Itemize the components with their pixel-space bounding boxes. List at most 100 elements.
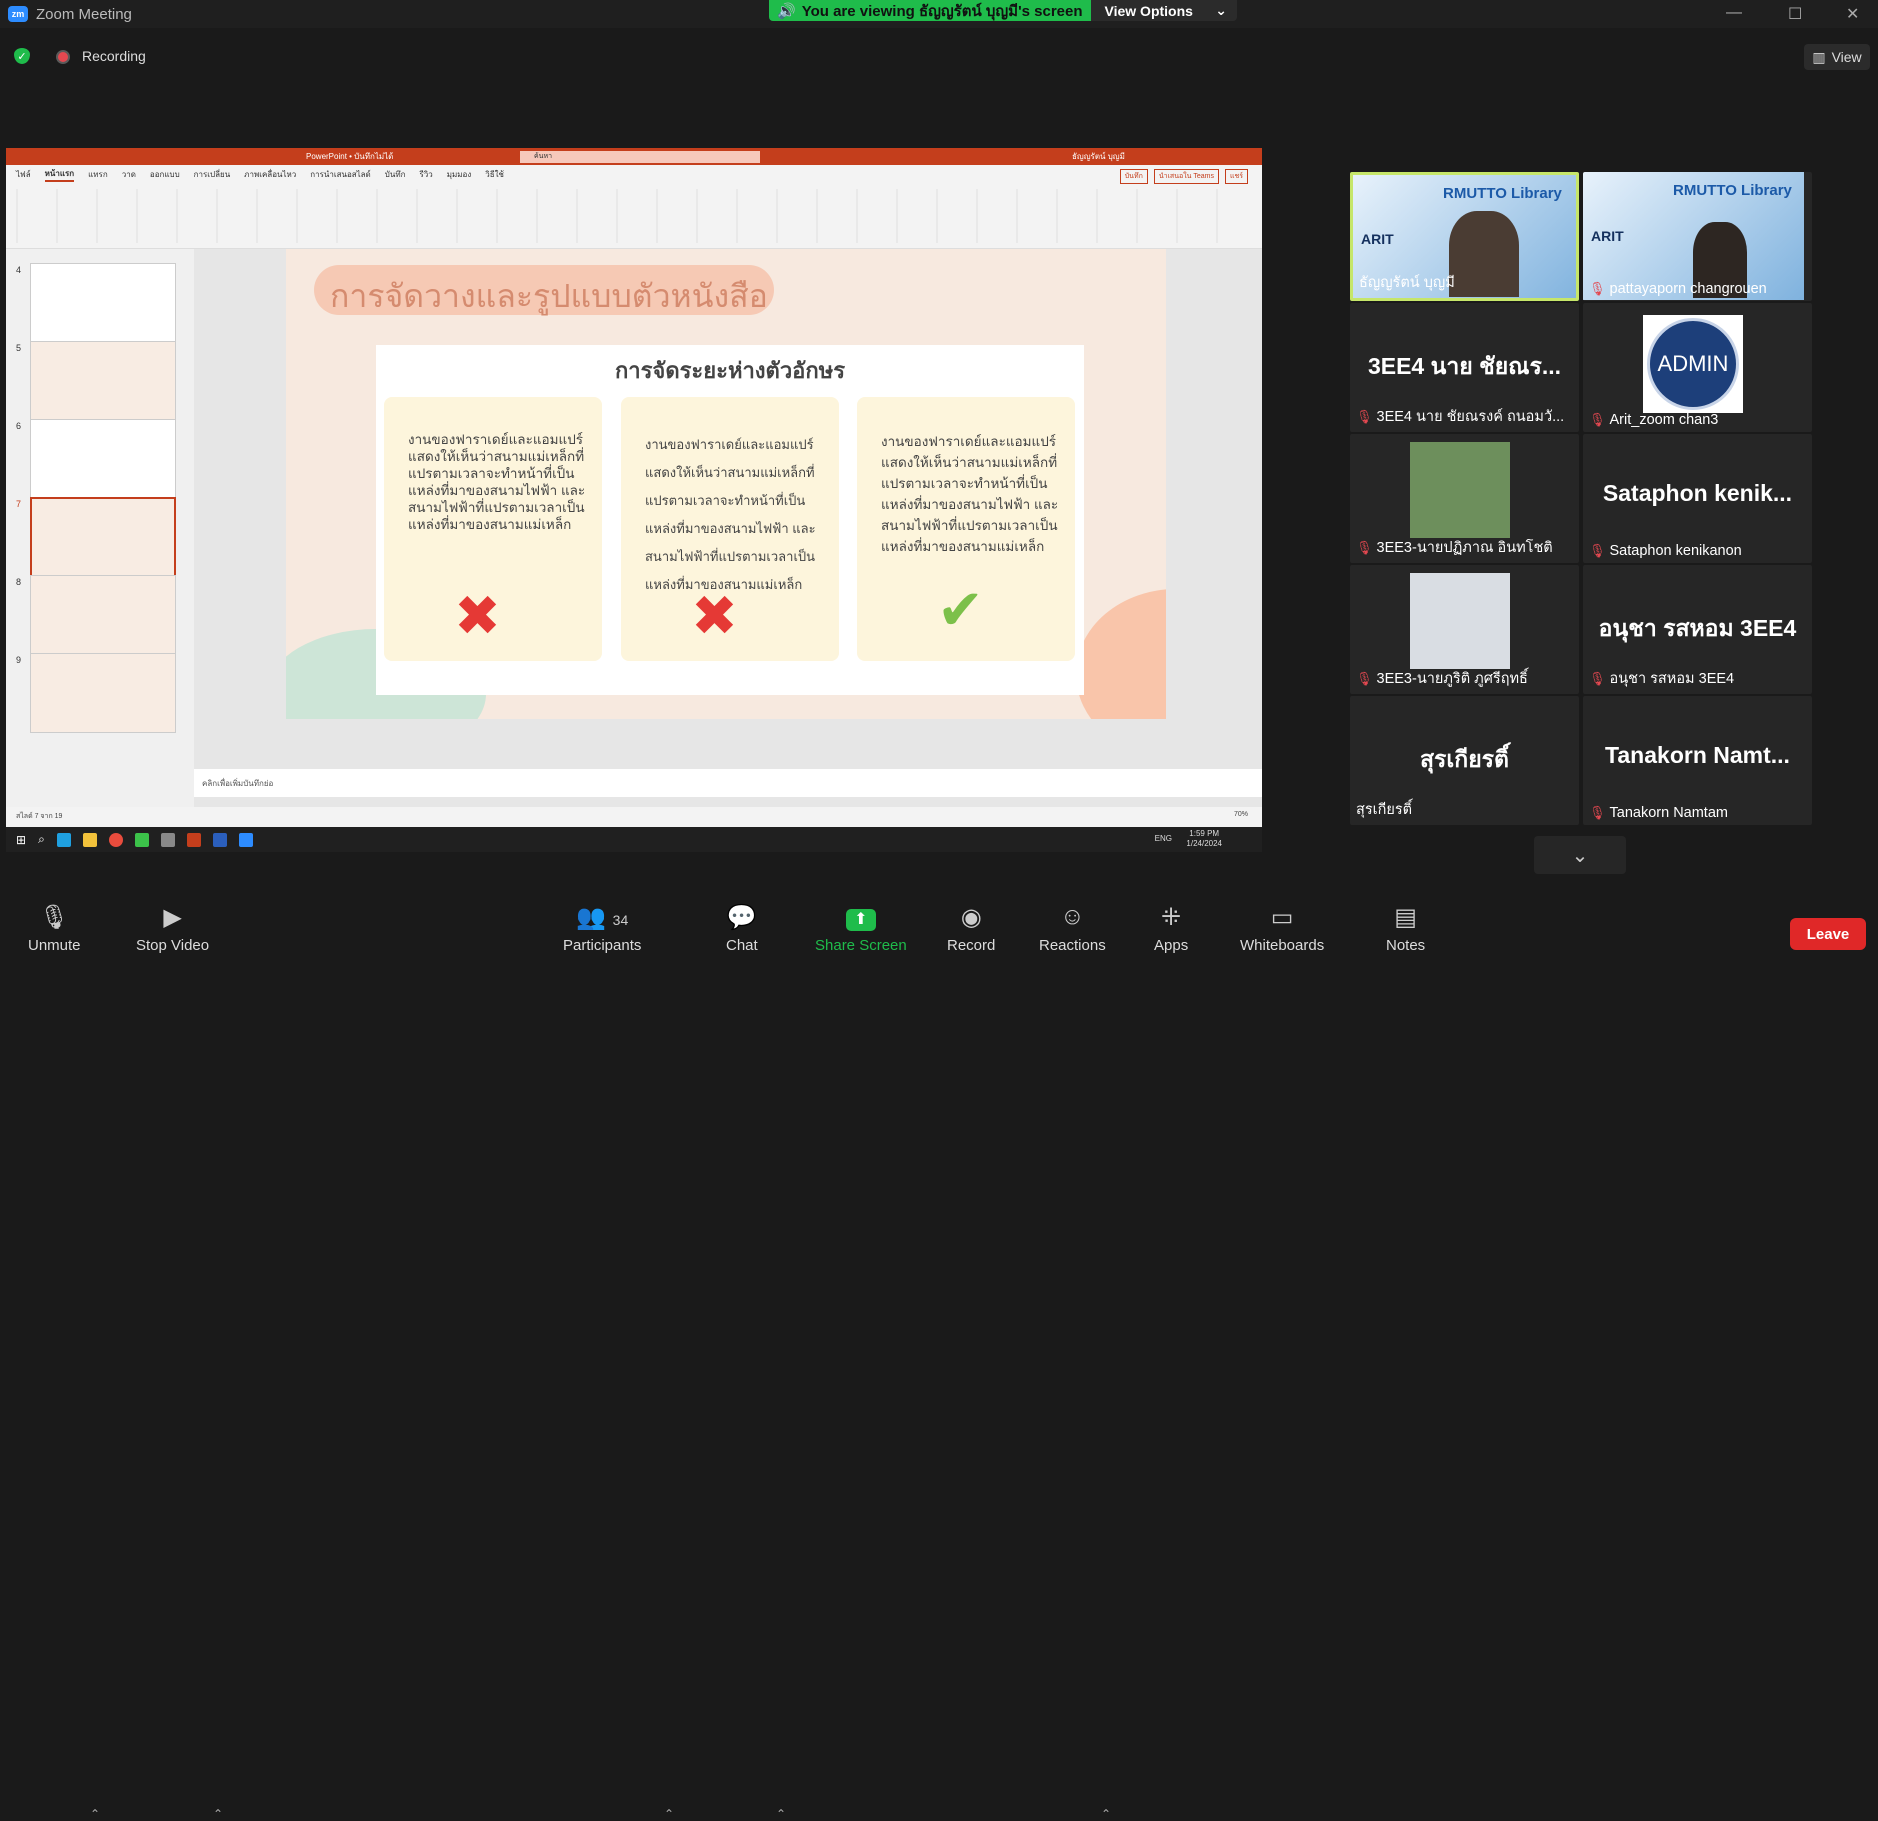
participants-button[interactable]: 👥 34 Participants — [563, 903, 641, 954]
zoom-level[interactable]: 70% — [1234, 811, 1248, 818]
tab-file[interactable]: ไฟล์ — [16, 168, 31, 181]
video-tile[interactable]: สุรเกียรติ์ สุรเกียรติ์ — [1350, 696, 1579, 825]
viewing-text: 🔊 You are viewing ธัญญรัตน์ บุญมี's scre… — [769, 0, 1091, 21]
security-shield-icon[interactable]: ✓ — [14, 48, 30, 64]
video-tile[interactable]: 3EE4 นาย ชัยณร... 🎙 3EE4 นาย ชัยณรงค์ ถนอ… — [1350, 303, 1579, 432]
audio-options-caret[interactable]: ⌃ — [90, 1807, 100, 1821]
participant-name: ธัญญรัตน์ บุญมี — [1359, 271, 1455, 294]
maximize-icon[interactable]: ☐ — [1788, 4, 1802, 24]
tab-transitions[interactable]: การเปลี่ยน — [194, 168, 231, 181]
stop-video-button[interactable]: ▶ Stop Video — [136, 903, 209, 954]
participant-name-large: 3EE4 นาย ชัยณร... — [1367, 353, 1562, 379]
video-tile[interactable]: อนุชา รสหอม 3EE4 🎙 อนุชา รสหอม 3EE4 — [1583, 565, 1812, 694]
card: งานของฟาราเดย์และแอมแปร์แสดงให้เห็นว่าสน… — [621, 397, 839, 661]
windows-start-icon[interactable]: ⊞ — [16, 833, 26, 847]
edge-icon[interactable] — [56, 832, 71, 847]
window-title: Zoom Meeting — [36, 5, 132, 23]
video-tile[interactable]: 🎙 3EE3-นายปฏิภาณ อินทโชติ — [1350, 434, 1579, 563]
pp-record-button[interactable]: บันทึก — [1119, 169, 1148, 184]
notes-label: Notes — [1386, 937, 1426, 954]
tab-record[interactable]: บันทึก — [385, 168, 406, 181]
view-layout-icon: ▥ — [1812, 48, 1826, 65]
slide-thumb-selected[interactable] — [30, 497, 176, 577]
minimize-icon[interactable]: — — [1726, 4, 1742, 22]
video-tile[interactable]: 🎙 3EE3-นายภูริติ ภูศรีฤทธิ์ — [1350, 565, 1579, 694]
explorer-icon[interactable] — [82, 832, 97, 847]
stop-video-label: Stop Video — [136, 937, 210, 954]
leave-button[interactable]: Leave — [1790, 918, 1866, 950]
slide-thumb[interactable] — [30, 419, 176, 499]
zoom-icon[interactable] — [238, 832, 253, 847]
notes-pane[interactable]: คลิกเพื่อเพิ่มบันทึกย่อ — [194, 769, 1262, 797]
mic-muted-icon: 🎙 — [1589, 412, 1606, 427]
lang-indicator[interactable]: ENG — [1155, 834, 1172, 843]
participant-photo — [1410, 442, 1510, 538]
thumb-number: 4 — [16, 265, 22, 275]
slide-thumb[interactable] — [30, 263, 176, 343]
thumb-number: 5 — [16, 343, 22, 353]
gallery-next-page-button[interactable]: ⌄ — [1534, 836, 1626, 874]
tab-view[interactable]: มุมมอง — [447, 168, 472, 181]
participants-label: Participants — [563, 937, 642, 954]
apps-button[interactable]: ⁜ Apps — [1154, 903, 1188, 954]
video-options-caret[interactable]: ⌃ — [213, 1807, 223, 1821]
participant-name: 🎙 Sataphon kenikanon — [1589, 543, 1742, 559]
share-screen-button[interactable]: ⬆ Share Screen — [815, 903, 907, 954]
view-options-button[interactable]: View Options ⌄ — [1090, 0, 1237, 21]
tab-design[interactable]: ออกแบบ — [150, 168, 180, 181]
word-icon[interactable] — [212, 832, 227, 847]
video-tile[interactable]: Sataphon kenik... 🎙 Sataphon kenikanon — [1583, 434, 1812, 563]
ribbon-commands — [16, 189, 1246, 243]
powerpoint-icon[interactable] — [186, 832, 201, 847]
pp-teams-button[interactable]: นำเสนอใน Teams — [1153, 169, 1219, 184]
slide-thumb[interactable] — [30, 575, 176, 655]
tab-insert[interactable]: แทรก — [88, 168, 108, 181]
unmute-button[interactable]: 🎙 Unmute — [28, 903, 81, 954]
tab-slideshow[interactable]: การนำเสนอสไลด์ — [310, 168, 371, 181]
mic-muted-icon: 🎙 — [1356, 408, 1373, 424]
chrome-icon[interactable] — [108, 832, 123, 847]
taskbar-clock[interactable]: 1:59 PM 1/24/2024 — [1186, 829, 1222, 849]
participants-caret[interactable]: ⌃ — [664, 1807, 674, 1821]
pp-search[interactable]: ค้นหา — [520, 151, 760, 163]
close-icon[interactable]: ✕ — [1846, 4, 1859, 24]
video-tile[interactable]: RMUTTO Library ARIT 🎙 pattayaporn changro… — [1583, 172, 1812, 301]
store-icon[interactable] — [160, 832, 175, 847]
pp-share-button[interactable]: แชร์ — [1224, 169, 1248, 184]
video-tile[interactable]: Tanakorn Namt... 🎙 Tanakorn Namtam — [1583, 696, 1812, 825]
record-icon: ◉ — [960, 904, 982, 931]
tab-review[interactable]: รีวิว — [419, 168, 432, 181]
tab-animations[interactable]: ภาพเคลื่อนไหว — [244, 168, 296, 181]
slide-thumb[interactable] — [30, 341, 176, 421]
participant-name: 🎙 pattayaporn changrouen — [1589, 281, 1767, 297]
whiteboards-button[interactable]: ▭ Whiteboards — [1240, 903, 1324, 954]
mic-muted-icon: 🎙 — [1589, 281, 1606, 296]
slide-thumb[interactable] — [30, 653, 176, 733]
tab-help[interactable]: วิธีใช้ — [485, 168, 504, 181]
name-text: 3EE3-นายปฏิภาณ อินทโชติ — [1376, 540, 1553, 556]
slide-canvas[interactable]: การจัดวางและรูปแบบตัวหนังสือ การจัดระยะห… — [286, 249, 1166, 719]
card-text: งานของฟาราเดย์และแอมแปร์แสดงให้เห็นว่าสน… — [645, 437, 816, 592]
tab-draw[interactable]: วาด — [122, 168, 136, 181]
name-text: 3EE4 นาย ชัยณรงค์ ถนอมวั... — [1376, 409, 1565, 425]
card: งานของฟาราเดย์และแอมแปร์แสดงให้เห็นว่าสน… — [857, 397, 1075, 661]
line-icon[interactable] — [134, 832, 149, 847]
tab-home[interactable]: หน้าแรก — [44, 167, 75, 182]
reactions-button[interactable]: ☺ Reactions — [1039, 903, 1106, 954]
participant-name: 🎙 3EE3-นายปฏิภาณ อินทโชติ — [1356, 536, 1553, 559]
chat-caret[interactable]: ⌃ — [776, 1807, 786, 1821]
name-text: อนุชา รสหอม 3EE4 — [1609, 671, 1735, 687]
chat-icon: 💬 — [726, 904, 757, 931]
chat-button[interactable]: 💬 Chat — [726, 903, 758, 954]
thumb-number: 6 — [16, 421, 22, 431]
video-tile[interactable]: ADMIN 🎙 Arit_zoom chan3 — [1583, 303, 1812, 432]
search-icon[interactable]: ⌕ — [38, 832, 45, 847]
pp-doc-title: PowerPoint • บันทึกไม่ได้ — [306, 152, 394, 161]
video-tile[interactable]: RMUTTO Library ARIT ธัญญรัตน์ บุญมี — [1350, 172, 1579, 301]
view-button[interactable]: ▥ View — [1804, 44, 1870, 70]
slide-thumbnails: 4 5 6 7 8 9 — [6, 249, 194, 827]
record-button[interactable]: ◉ Record — [947, 903, 995, 954]
notes-button[interactable]: ▤ Notes — [1386, 903, 1425, 954]
clock-time: 1:59 PM — [1189, 829, 1220, 838]
reactions-caret[interactable]: ⌃ — [1101, 1807, 1111, 1821]
